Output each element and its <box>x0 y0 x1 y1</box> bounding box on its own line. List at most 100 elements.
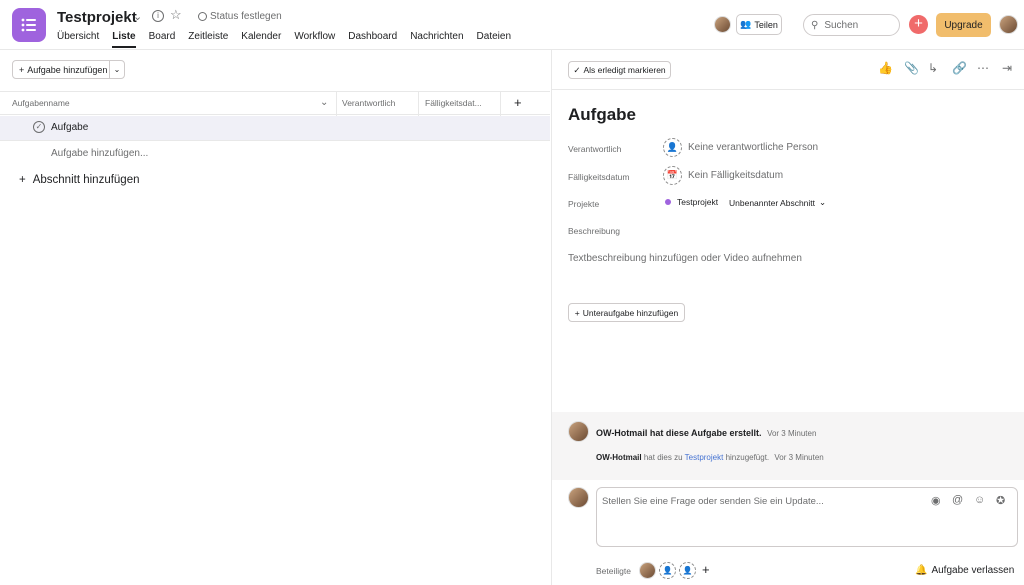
section-selector[interactable]: Unbenannter Abschnitt ⌄ <box>729 197 826 208</box>
chevron-down-icon[interactable]: ⌄ <box>320 92 328 114</box>
add-task-label: Aufgabe hinzufügen <box>27 64 108 75</box>
status-button[interactable]: Status festlegen <box>198 11 282 22</box>
tab-list[interactable]: Liste <box>112 31 136 48</box>
activity-text: hat diese Aufgabe erstellt. <box>649 428 762 438</box>
add-collaborator-icon[interactable]: 👤 <box>659 562 676 579</box>
status-label: Status festlegen <box>210 11 282 22</box>
status-circle-icon <box>198 12 207 21</box>
create-plus-icon[interactable]: + <box>909 15 928 34</box>
tab-timeline[interactable]: Zeitleiste <box>188 31 228 48</box>
due-date-label: Fälligkeitsdatum <box>568 172 630 182</box>
search-placeholder: Suchen <box>824 19 859 31</box>
member-avatar[interactable] <box>714 16 731 33</box>
description-input[interactable]: Textbeschreibung hinzufügen oder Video a… <box>568 253 802 264</box>
plus-icon: + <box>19 64 25 75</box>
tab-calendar[interactable]: Kalender <box>241 31 281 48</box>
activity-time: Vor 3 Minuten <box>774 453 824 462</box>
column-header-duedate[interactable]: Fälligkeitsdat... <box>425 92 482 114</box>
current-user-avatar <box>568 487 589 508</box>
activity-feed <box>552 412 1024 480</box>
tab-dashboard[interactable]: Dashboard <box>348 31 397 48</box>
comment-placeholder: Stellen Sie eine Frage oder senden Sie e… <box>602 496 824 507</box>
add-collaborator-icon[interactable]: 👤 <box>679 562 696 579</box>
divider <box>552 89 1024 90</box>
assignee-value: Keine verantwortliche Person <box>688 142 819 153</box>
project-color-dot <box>665 199 671 205</box>
activity-time: Vor 3 Minuten <box>767 429 817 438</box>
plus-icon: + <box>574 307 580 318</box>
tab-files[interactable]: Dateien <box>477 31 511 48</box>
description-label: Beschreibung <box>568 226 620 236</box>
assignee-field[interactable]: 👤 Keine verantwortliche Person <box>663 138 818 157</box>
emoji-icon[interactable]: ☺ <box>974 494 985 506</box>
add-section-button[interactable]: + Abschnitt hinzufügen <box>19 174 140 186</box>
leave-task-button[interactable]: 🔔 Aufgabe verlassen <box>915 565 1014 576</box>
task-title[interactable]: Aufgabe <box>568 105 636 125</box>
add-subtask-button[interactable]: + Unteraufgabe hinzufügen <box>568 303 685 322</box>
add-section-label: Abschnitt hinzufügen <box>32 174 140 186</box>
chevron-down-icon[interactable]: ⌄ <box>133 10 142 23</box>
column-header-taskname[interactable]: Aufgabenname <box>12 92 70 114</box>
activity-user[interactable]: OW-Hotmail <box>596 428 647 438</box>
people-icon: 👥 <box>740 19 752 29</box>
subtask-icon[interactable]: ↳ <box>928 61 938 75</box>
project-tabs: Übersicht Liste Board Zeitleiste Kalende… <box>57 31 524 48</box>
chevron-down-icon[interactable]: ⌄ <box>110 65 124 74</box>
activity-text: hinzugefügt. <box>725 453 770 462</box>
tab-messages[interactable]: Nachrichten <box>410 31 463 48</box>
due-date-field[interactable]: 📅 Kein Fälligkeitsdatum <box>663 166 783 185</box>
collaborators-label: Beteiligte <box>596 566 631 576</box>
activity-user[interactable]: OW-Hotmail <box>596 453 642 462</box>
project-name: Testprojekt <box>677 197 719 207</box>
mention-icon[interactable]: @ <box>952 494 963 506</box>
share-label: Teilen <box>754 19 778 30</box>
activity-text: hat dies zu <box>643 453 683 462</box>
search-input[interactable]: ⚲ Suchen <box>803 14 900 36</box>
attachment-icon[interactable]: 📎 <box>904 61 919 75</box>
mark-complete-button[interactable]: ✓ Als erledigt markieren <box>568 61 671 79</box>
upgrade-button[interactable]: Upgrade <box>936 13 991 37</box>
person-icon: 👤 <box>663 138 682 157</box>
share-button[interactable]: 👥 Teilen <box>736 14 782 35</box>
like-icon[interactable]: 👍 <box>878 61 893 75</box>
star-icon[interactable]: ☆ <box>170 7 182 23</box>
add-task-button[interactable]: + Aufgabe hinzufügen ⌄ <box>12 60 125 79</box>
assignee-label: Verantwortlich <box>568 144 622 154</box>
mark-done-label: Als erledigt markieren <box>583 65 666 75</box>
column-header-assignee[interactable]: Verantwortlich <box>342 92 395 114</box>
tab-workflow[interactable]: Workflow <box>294 31 335 48</box>
project-chip[interactable]: Testprojekt <box>665 197 718 207</box>
search-icon: ⚲ <box>811 19 819 31</box>
check-circle-icon[interactable]: ✓ <box>33 121 45 133</box>
link-icon[interactable]: 🔗 <box>952 61 967 75</box>
more-icon[interactable]: ⋯ <box>977 61 989 75</box>
leave-label: Aufgabe verlassen <box>931 565 1015 576</box>
calendar-icon: 📅 <box>663 166 682 185</box>
project-icon[interactable] <box>12 8 46 42</box>
plus-icon[interactable]: + <box>702 562 710 577</box>
record-icon[interactable]: ◉ <box>931 494 941 507</box>
close-pane-icon[interactable]: ⇥ <box>1002 61 1012 75</box>
creator-avatar[interactable] <box>568 421 589 442</box>
project-title[interactable]: Testprojekt <box>57 9 137 26</box>
activity-project-link[interactable]: Testprojekt <box>685 453 724 462</box>
section-name: Unbenannter Abschnitt <box>729 197 816 208</box>
info-icon[interactable]: i <box>152 10 164 22</box>
user-avatar[interactable] <box>999 15 1018 34</box>
add-subtask-label: Unteraufgabe hinzufügen <box>582 307 679 318</box>
star-badge-icon[interactable]: ✪ <box>996 494 1005 507</box>
projects-label: Projekte <box>568 199 600 209</box>
activity-added: OW-Hotmail hat dies zu Testprojekt hinzu… <box>596 453 824 462</box>
bell-icon: 🔔 <box>915 565 928 576</box>
activity-created: OW-Hotmail hat diese Aufgabe erstellt. V… <box>596 428 816 438</box>
chevron-down-icon: ⌄ <box>819 197 827 207</box>
task-name[interactable]: Aufgabe <box>51 122 88 133</box>
tab-overview[interactable]: Übersicht <box>57 31 99 48</box>
plus-icon: + <box>19 174 26 186</box>
list-header: Aufgabenname ⌄ Verantwortlich Fälligkeit… <box>0 91 550 115</box>
tab-board[interactable]: Board <box>149 31 176 48</box>
check-icon: ✓ <box>573 64 581 75</box>
collaborator-avatar[interactable] <box>639 562 656 579</box>
add-task-inline[interactable]: Aufgabe hinzufügen... <box>51 148 148 159</box>
add-column-icon[interactable]: + <box>514 92 522 114</box>
